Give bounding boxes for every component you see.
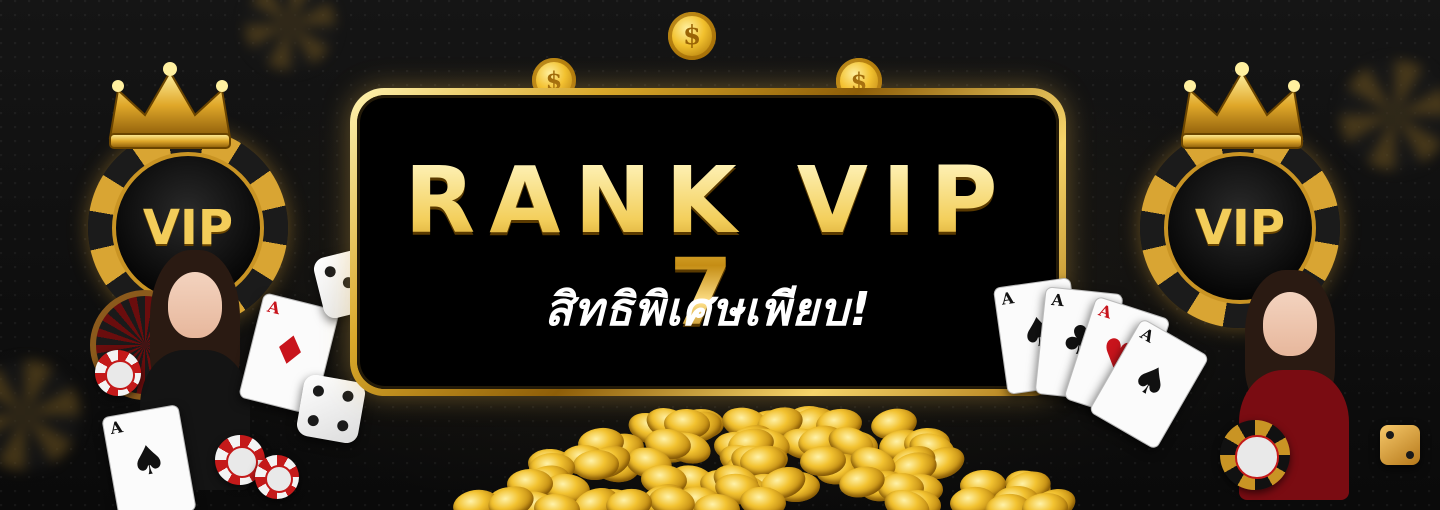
dice-icon xyxy=(1380,425,1420,465)
banner-subtitle: สิทธิพิเศษเพียบ! xyxy=(544,282,872,336)
vip-badge-label-left: VIP xyxy=(142,200,234,256)
crown-icon xyxy=(1180,62,1304,149)
blurred-chip-icon xyxy=(0,360,80,470)
vip-promo-banner[interactable]: VIP A♦ A♠ xyxy=(0,0,1440,510)
blurred-chip-icon xyxy=(1340,60,1440,170)
poker-chip-icon xyxy=(1220,420,1290,490)
poker-chip-icon xyxy=(255,455,299,499)
dice-icon xyxy=(295,373,367,445)
crown-icon xyxy=(108,62,232,149)
blurred-chip-icon xyxy=(245,0,335,70)
vip-badge-label-right: VIP xyxy=(1194,200,1286,256)
gold-coin-pile xyxy=(380,395,1110,510)
poker-chip-icon xyxy=(95,350,141,396)
title-panel-inner: RANK VIP 7 สิทธิพิเศษเพียบ! xyxy=(357,95,1059,389)
gold-coin-icon xyxy=(668,12,716,60)
title-panel: RANK VIP 7 สิทธิพิเศษเพียบ! xyxy=(350,88,1066,396)
